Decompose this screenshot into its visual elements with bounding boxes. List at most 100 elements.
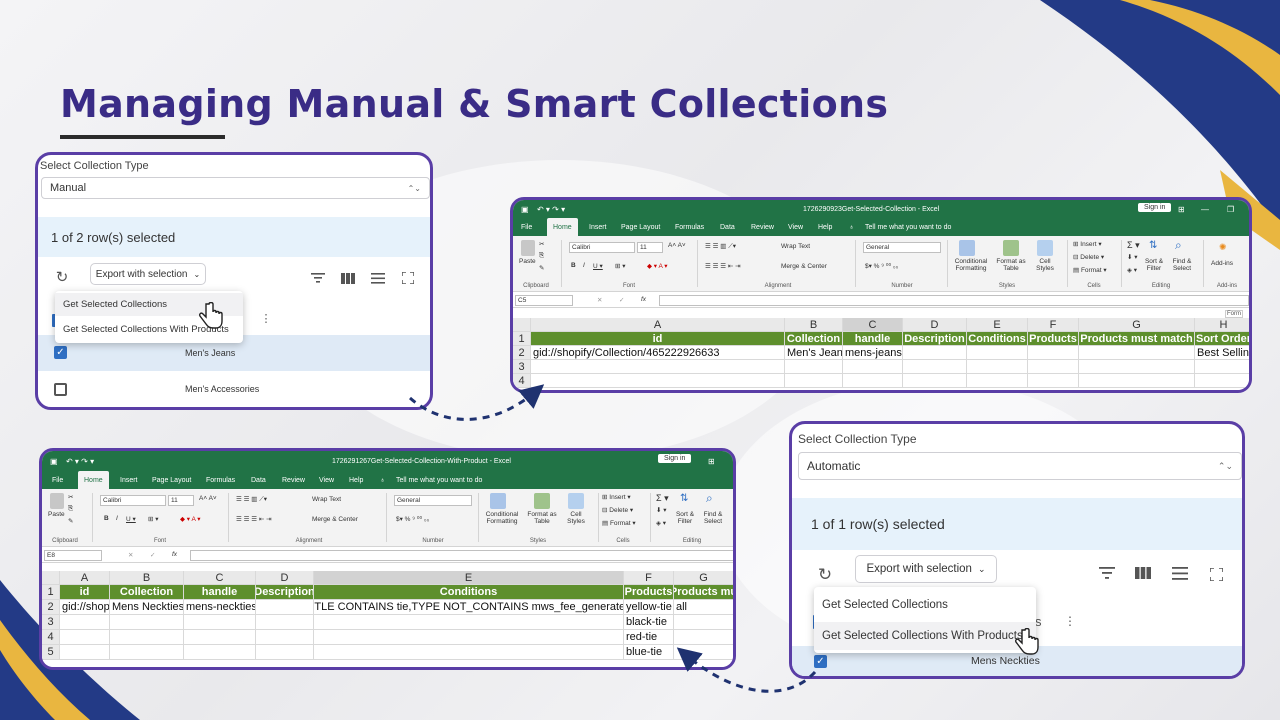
data-cell[interactable]: all xyxy=(674,600,733,615)
cell[interactable] xyxy=(1079,360,1195,374)
cell[interactable] xyxy=(843,374,903,388)
data-cell[interactable]: Best Selling xyxy=(1195,346,1249,360)
undo-icon[interactable]: ↶ ▾ ↷ ▾ xyxy=(537,205,565,214)
cell[interactable] xyxy=(256,615,314,630)
cell[interactable] xyxy=(674,645,733,660)
name-box[interactable]: C5 xyxy=(515,295,573,306)
row-header[interactable]: 4 xyxy=(42,630,60,645)
clear-icon[interactable]: ◈ ▾ xyxy=(656,519,666,527)
cell[interactable] xyxy=(785,360,843,374)
italic-icon[interactable]: I xyxy=(583,262,585,269)
data-cell[interactable] xyxy=(903,346,967,360)
menu-item-get-selected-collections[interactable]: Get Selected Collections xyxy=(814,591,1036,619)
data-cell[interactable]: mens-jeans xyxy=(843,346,903,360)
minimize-icon[interactable]: — xyxy=(1201,205,1209,214)
cell[interactable] xyxy=(110,630,184,645)
data-cell[interactable]: blue-tie xyxy=(624,645,674,660)
column-header[interactable]: E xyxy=(967,318,1028,332)
format-cells-button[interactable]: ▤ Format ▾ xyxy=(1073,266,1107,274)
bold-icon[interactable]: B xyxy=(571,262,576,269)
tab-review[interactable]: Review xyxy=(282,471,305,489)
tab-file[interactable]: File xyxy=(52,471,63,489)
bold-icon[interactable]: B xyxy=(104,515,109,522)
save-icon[interactable]: ▣ xyxy=(50,457,58,466)
grow-font-icon[interactable]: A˄ A˅ xyxy=(668,242,686,249)
number-format-box[interactable]: General xyxy=(394,495,472,506)
cell[interactable] xyxy=(674,630,733,645)
data-cell[interactable]: black-tie xyxy=(624,615,674,630)
tab-data[interactable]: Data xyxy=(251,471,266,489)
data-cell[interactable] xyxy=(967,346,1028,360)
menu-item-get-selected-collections-with-products[interactable]: Get Selected Collections With Products xyxy=(814,622,1036,650)
filter-icon[interactable] xyxy=(310,271,326,285)
column-header[interactable]: E xyxy=(314,571,624,585)
find-icon[interactable]: ⌕ xyxy=(706,491,713,506)
tab-review[interactable]: Review xyxy=(751,218,774,236)
cell[interactable] xyxy=(60,645,110,660)
font-name-box[interactable]: Calibri xyxy=(100,495,166,506)
merge-center-button[interactable]: Merge & Center xyxy=(312,516,358,523)
column-header[interactable]: C xyxy=(184,571,256,585)
currency-icon[interactable]: $▾ % ⁹ ⁰⁰ ₀₀ xyxy=(396,515,429,523)
data-cell[interactable]: gid://shop xyxy=(60,600,110,615)
cancel-icon[interactable]: ✕ xyxy=(128,551,133,559)
tab-data[interactable]: Data xyxy=(720,218,735,236)
header-cell[interactable]: Products xyxy=(1028,332,1079,346)
refresh-icon[interactable]: ↻ xyxy=(54,269,70,286)
ribbon-display-icon[interactable]: ⊞ xyxy=(1178,205,1185,214)
insert-cells-button[interactable]: ⊞ Insert ▾ xyxy=(1073,240,1102,248)
cell[interactable] xyxy=(1195,360,1249,374)
cut-icon[interactable]: ✂ xyxy=(539,240,544,248)
name-box[interactable]: E8 xyxy=(44,550,102,561)
header-cell[interactable]: handle xyxy=(184,585,256,600)
cell[interactable] xyxy=(1195,374,1249,388)
confirm-icon[interactable]: ✓ xyxy=(150,551,155,559)
format-as-table-icon[interactable] xyxy=(1003,240,1019,256)
tab-home[interactable]: Home xyxy=(547,218,578,236)
export-with-selection-button[interactable]: Export with selection ⌄ xyxy=(855,555,997,583)
tab-insert[interactable]: Insert xyxy=(589,218,607,236)
data-cell[interactable]: mens-neckties xyxy=(184,600,256,615)
tab-help[interactable]: Help xyxy=(349,471,363,489)
tab-view[interactable]: View xyxy=(319,471,334,489)
header-cell[interactable]: Products xyxy=(624,585,674,600)
cell[interactable] xyxy=(967,374,1028,388)
conditional-formatting-icon[interactable] xyxy=(490,493,506,509)
fullscreen-icon[interactable] xyxy=(401,271,415,285)
cell[interactable] xyxy=(1028,360,1079,374)
format-painter-icon[interactable]: ✎ xyxy=(68,517,73,525)
font-color-icon[interactable]: ◆ ▾ A ▾ xyxy=(180,515,201,523)
borders-icon[interactable]: ⊞ ▾ xyxy=(615,262,626,270)
cell[interactable] xyxy=(184,630,256,645)
borders-icon[interactable]: ⊞ ▾ xyxy=(148,515,159,523)
collection-type-select[interactable]: Manual ⌃⌄ xyxy=(41,177,430,199)
formula-input[interactable] xyxy=(190,550,733,561)
column-header[interactable]: F xyxy=(1028,318,1079,332)
header-cell[interactable]: Description xyxy=(256,585,314,600)
header-cell[interactable]: Conditions xyxy=(314,585,624,600)
undo-icon[interactable]: ↶ ▾ ↷ ▾ xyxy=(66,457,94,466)
row-header[interactable]: 2 xyxy=(42,600,60,615)
add-ins-label[interactable]: Add-ins xyxy=(1211,260,1233,267)
cut-icon[interactable]: ✂ xyxy=(68,493,73,501)
insert-cells-button[interactable]: ⊞ Insert ▾ xyxy=(602,493,631,501)
data-cell[interactable]: Men's Jeans xyxy=(785,346,843,360)
columns-icon[interactable] xyxy=(340,271,356,285)
cell[interactable] xyxy=(967,360,1028,374)
column-header[interactable]: A xyxy=(531,318,785,332)
autosum-icon[interactable]: Σ ▾ xyxy=(656,493,669,504)
paste-icon[interactable] xyxy=(521,240,535,256)
tab-page-layout[interactable]: Page Layout xyxy=(152,471,191,489)
column-header[interactable]: B xyxy=(110,571,184,585)
data-cell[interactable]: TITLE CONTAINS tie,TYPE NOT_CONTAINS mws… xyxy=(314,600,624,615)
header-cell[interactable]: Collection xyxy=(110,585,184,600)
data-cell[interactable]: Mens Neckties xyxy=(110,600,184,615)
data-cell[interactable]: yellow-tie xyxy=(624,600,674,615)
data-cell[interactable]: gid://shopify/Collection/465222926633 xyxy=(531,346,785,360)
row-header[interactable]: 2 xyxy=(513,346,531,360)
restore-icon[interactable]: ❐ xyxy=(1227,205,1234,214)
column-header[interactable]: F xyxy=(624,571,674,585)
cell-styles-icon[interactable] xyxy=(568,493,584,509)
cell[interactable] xyxy=(1079,374,1195,388)
tab-insert[interactable]: Insert xyxy=(120,471,138,489)
